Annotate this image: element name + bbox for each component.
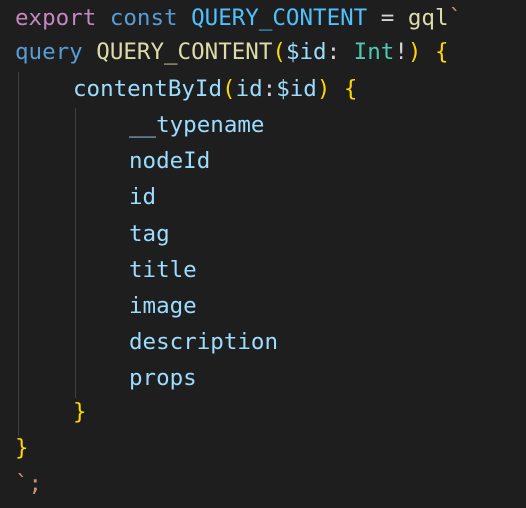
- selection-field: tag: [129, 221, 170, 247]
- indent-guide-outer: [18, 72, 19, 436]
- selection-field: __typename: [129, 112, 265, 138]
- code-line-2: query QUERY_CONTENT($id: Int!) {: [15, 34, 449, 70]
- export-keyword: export: [15, 5, 97, 31]
- query-open-brace: {: [421, 39, 449, 65]
- const-name: QUERY_CONTENT: [191, 5, 368, 31]
- selection-field: id: [129, 184, 157, 210]
- field-open-brace: {: [330, 76, 358, 102]
- selection-field: description: [129, 329, 279, 355]
- const-keyword: const: [109, 5, 178, 31]
- argument-variable: $id: [276, 76, 317, 102]
- non-null-bang: !: [394, 39, 408, 65]
- field-open-paren: (: [222, 76, 236, 102]
- selection-field: title: [129, 257, 197, 283]
- root-field: contentById: [73, 76, 223, 102]
- query-name: QUERY_CONTENT: [96, 39, 273, 65]
- query-close-paren: ): [407, 39, 422, 65]
- code-line-3: contentById(id:$id) {: [73, 71, 357, 107]
- assign-operator: =: [367, 5, 408, 31]
- field-close-paren: ): [316, 76, 331, 102]
- selection-field: nodeId: [129, 148, 211, 174]
- query-colon: :: [326, 39, 354, 65]
- selection-field: props: [129, 365, 197, 391]
- argument-colon: :: [262, 76, 277, 102]
- code-editor[interactable]: export const QUERY_CONTENT = gql` query …: [0, 0, 526, 508]
- indent-guide-inner: [75, 108, 76, 398]
- query-keyword: query: [15, 39, 83, 65]
- field-argument: id: [235, 76, 263, 102]
- field-close-brace: }: [73, 399, 87, 425]
- code-line-1: export const QUERY_CONTENT = gql`: [15, 0, 462, 36]
- query-variable-type: Int: [353, 39, 395, 65]
- selection-field: image: [129, 293, 197, 319]
- template-open-backtick: `: [448, 5, 463, 31]
- query-variable: $id: [285, 39, 327, 65]
- template-end: `;: [15, 471, 43, 497]
- query-close-brace: }: [15, 435, 29, 461]
- query-open-paren: (: [272, 39, 286, 65]
- template-tag: gql: [407, 5, 449, 31]
